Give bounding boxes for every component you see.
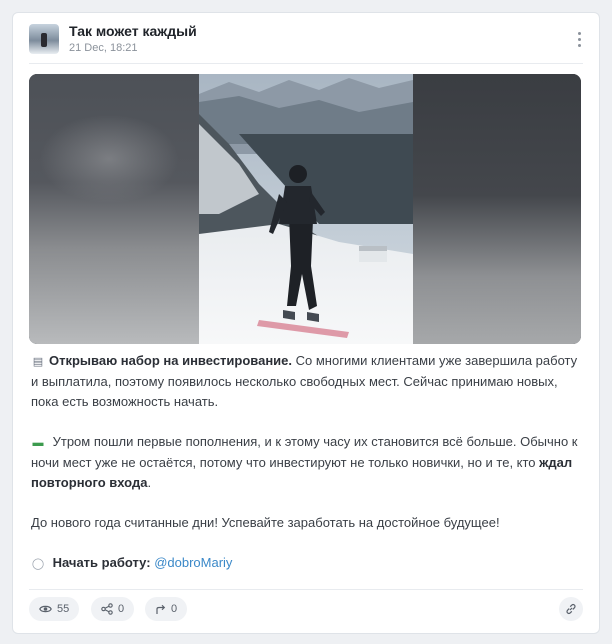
video-blur-left [29,74,199,344]
post-footer: 55 0 0 [29,597,583,623]
share-counter[interactable]: 0 [91,597,135,621]
paragraph-2-text: Утром пошли первые пополнения, и к этому… [31,434,578,470]
shares-count: 0 [118,603,125,615]
post-header: Так может каждый 21 Dec, 18:21 [29,21,583,69]
forward-counter[interactable]: 0 [145,597,188,621]
paragraph-2-end: . [147,475,152,490]
post-text: ▤ Открываю набор на инвестирование. Со мн… [31,351,587,594]
paragraph-3: До нового года считанные дни! Успевайте … [31,515,500,530]
paragraph-4-bold: Начать работу: [49,555,151,570]
views-count: 55 [57,603,70,615]
footer-divider [29,589,583,590]
more-options-icon[interactable] [571,27,587,51]
forward-icon [156,604,166,614]
video-blur-right [413,74,581,344]
paragraph-4: ◯ Начать работу: @dobroMariy [31,553,587,574]
forwards-count: 0 [171,603,178,615]
post-video[interactable] [29,74,581,344]
paragraph-1: ▤ Открываю набор на инвестирование. Со мн… [31,351,587,412]
video-frame [199,74,413,344]
header-divider [29,63,583,64]
channel-title[interactable]: Так может каждый [69,23,197,39]
eye-icon [39,605,52,613]
speech-bubble-icon: ◯ [31,558,45,570]
link-icon [566,603,576,615]
mention-link[interactable]: @dobroMariy [154,555,232,570]
post-card: Так может каждый 21 Dec, 18:21 ▤ Открыва… [12,12,600,634]
paragraph-1-bold: Открываю набор на инвестирование. [49,353,293,368]
copy-link-button[interactable] [559,597,583,621]
paragraph-2: ▬ Утром пошли первые пополнения, и к это… [31,432,587,493]
post-date: 21 Dec, 18:21 [69,42,138,54]
money-icon: ▬ [32,437,44,449]
channel-avatar[interactable] [29,24,59,54]
share-icon [101,603,113,615]
snowboarder-scene [199,74,413,344]
views-counter[interactable]: 55 [29,597,80,621]
page-icon: ▤ [32,356,44,368]
